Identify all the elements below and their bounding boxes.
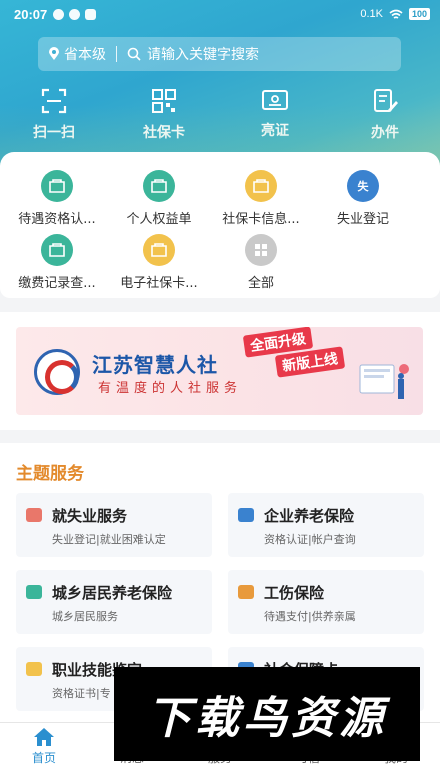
quick-action-label: 亮证: [261, 123, 289, 139]
service-item-qualification[interactable]: 待遇资格认...: [2, 170, 112, 227]
status-bar: 20:07 0.1K 100: [0, 0, 440, 28]
banner-illustration: [359, 364, 409, 399]
service-label: 全部: [247, 276, 274, 291]
card-title: 工伤保险: [264, 584, 325, 602]
theme-card-employment[interactable]: 就失业服务 失业登记|就业困难认定: [16, 493, 212, 557]
scan-icon: [41, 88, 67, 114]
search-placeholder: 请输入关键字搜索: [147, 47, 259, 63]
banner-title: 江苏智慧人社: [92, 353, 218, 377]
banner-section: 江苏智慧人社 有温度的人社服务 全面升级 新版上线: [0, 312, 440, 430]
home-icon: [34, 728, 54, 746]
service-icon: [143, 234, 175, 266]
card-subtitle: 城乡居民服务: [52, 610, 118, 623]
quick-action-label: 扫一扫: [33, 125, 75, 141]
notification-icon: [53, 8, 65, 20]
location-pin-icon: [49, 47, 59, 60]
card-subtitle: 资格证书|专: [52, 687, 111, 700]
card-title: 企业养老保险: [264, 507, 355, 525]
service-label: 待遇资格认...: [18, 212, 96, 227]
service-icon: [41, 234, 73, 266]
card-title: 城乡居民养老保险: [52, 584, 173, 602]
edit-doc-icon: [374, 89, 398, 112]
quick-action-label: 社保卡: [143, 125, 185, 141]
quick-action-scan[interactable]: 扫一扫: [14, 88, 94, 142]
card-subtitle: 待遇支付|供养亲属: [264, 610, 356, 623]
service-grid: 待遇资格认... 个人权益单 社保卡信息... 失 失业登记 缴费记录查... …: [0, 152, 440, 298]
status-time: 20:07: [14, 6, 48, 22]
service-item-unemployment[interactable]: 失 失业登记: [308, 170, 418, 227]
service-icon: [41, 170, 73, 202]
service-icon: [245, 170, 277, 202]
service-icon: [143, 170, 175, 202]
hrss-logo: [34, 349, 80, 395]
theme-card-enterprise-pension[interactable]: 企业养老保险 资格认证|帐户查询: [228, 493, 424, 557]
section-title: 主题服务: [16, 464, 84, 484]
id-card-icon: [262, 90, 288, 110]
resident-icon: [26, 585, 42, 599]
service-icon: 失: [347, 170, 379, 202]
service-item-card-info[interactable]: 社保卡信息...: [206, 170, 316, 227]
network-speed: 0.1K: [360, 8, 383, 20]
message-icon: [69, 8, 81, 20]
search-icon: [127, 47, 141, 61]
service-item-e-card[interactable]: 电子社保卡...: [104, 234, 214, 291]
card-subtitle: 失业登记|就业困难认定: [52, 533, 166, 546]
grid-icon: [245, 234, 277, 266]
banner-subtitle: 有温度的人社服务: [98, 381, 243, 396]
injury-icon: [238, 585, 254, 599]
service-label: 失业登记: [336, 212, 389, 227]
quick-action-handle[interactable]: 办件: [345, 88, 425, 142]
region-label: 省本级: [64, 47, 106, 63]
watermark-overlay: 下载鸟资源: [114, 667, 420, 761]
header-hero: 20:07 0.1K 100 省本级 请输入关键字搜索 扫一扫 社保卡 亮证 办…: [0, 0, 440, 175]
theme-card-resident-pension[interactable]: 城乡居民养老保险 城乡居民服务: [16, 570, 212, 634]
app-screen: 20:07 0.1K 100 省本级 请输入关键字搜索 扫一扫 社保卡 亮证 办…: [0, 0, 440, 770]
promo-banner[interactable]: 江苏智慧人社 有温度的人社服务 全面升级 新版上线: [16, 327, 423, 415]
card-title: 就失业服务: [52, 507, 128, 525]
search-bar[interactable]: 省本级 请输入关键字搜索: [38, 37, 401, 71]
service-item-payment-records[interactable]: 缴费记录查...: [2, 234, 112, 291]
service-glyph: 失: [357, 180, 369, 193]
search-input[interactable]: 请输入关键字搜索: [127, 44, 259, 64]
wifi-icon: [389, 9, 403, 19]
service-label: 电子社保卡...: [120, 276, 198, 291]
pension-icon: [238, 508, 254, 522]
gallery-icon: [85, 8, 97, 20]
service-item-all[interactable]: 全部: [206, 234, 316, 291]
qr-card-icon: [152, 89, 176, 113]
quick-action-social-card[interactable]: 社保卡: [124, 88, 204, 142]
tab-label: 首页: [31, 751, 56, 765]
service-item-rights[interactable]: 个人权益单: [104, 170, 214, 227]
certificate-icon: [26, 662, 42, 676]
quick-action-show-id[interactable]: 亮证: [235, 88, 315, 140]
service-label: 缴费记录查...: [18, 276, 96, 291]
region-selector[interactable]: 省本级: [48, 44, 106, 64]
service-label: 社保卡信息...: [222, 212, 300, 227]
quick-action-label: 办件: [371, 125, 399, 141]
battery-indicator: 100: [408, 8, 430, 20]
service-label: 个人权益单: [126, 212, 192, 227]
theme-card-injury[interactable]: 工伤保险 待遇支付|供养亲属: [228, 570, 424, 634]
status-right: 0.1K 100: [360, 8, 430, 20]
briefcase-icon: [26, 508, 42, 522]
card-subtitle: 资格认证|帐户查询: [264, 533, 356, 546]
search-divider: [116, 46, 117, 62]
tab-home[interactable]: 首页: [0, 723, 88, 770]
